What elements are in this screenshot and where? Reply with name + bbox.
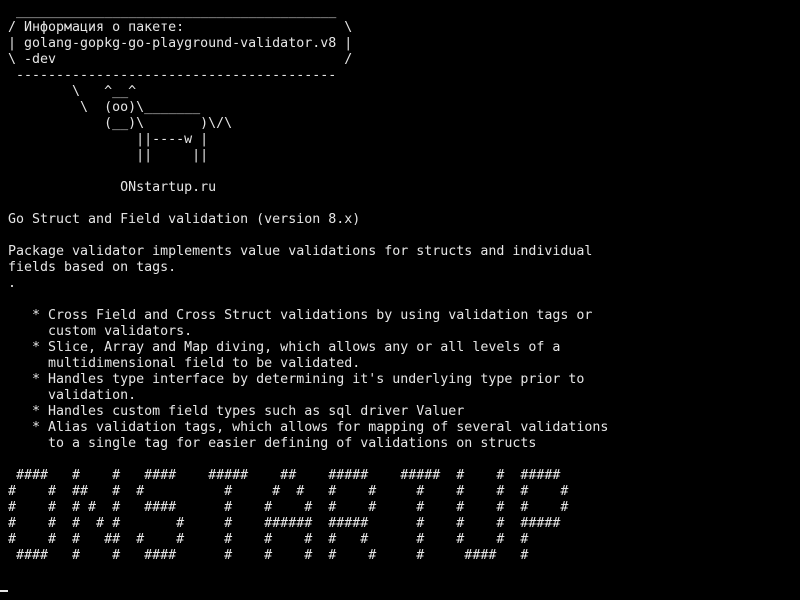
feature-list-item: multidimensional field to be validated. [8, 356, 361, 371]
terminal-screen[interactable]: ________________________________________… [0, 0, 800, 600]
feature-list-item: * Slice, Array and Map diving, which all… [8, 340, 561, 355]
cow-ascii-art: (__)\ )\/\ [8, 116, 233, 131]
feature-list-item: validation. [8, 388, 137, 403]
banner-ascii-art: # # # ## # # # # # # # # # # # [8, 532, 529, 547]
feature-list-item: custom validators. [8, 324, 193, 339]
feature-list-item: * Cross Field and Cross Struct validatio… [8, 308, 593, 323]
cow-ascii-art: ||----w | [8, 132, 209, 147]
cowsay-bubble-top: ________________________________________ [8, 4, 337, 19]
feature-list-item: * Alias validation tags, which allows fo… [8, 420, 609, 435]
package-description: Package validator implements value valid… [8, 244, 593, 259]
cowsay-bubble-bottom: ---------------------------------------- [8, 68, 337, 83]
banner-ascii-art: #### # # #### # # # # # # #### # [8, 548, 529, 563]
cowsay-bubble-line: | golang-gopkg-go-playground-validator.v… [8, 36, 353, 51]
cowsay-bubble-line: \ -dev / [8, 52, 353, 67]
package-description: . [8, 276, 17, 291]
package-summary: Go Struct and Field validation (version … [8, 212, 361, 227]
banner-ascii-art: # # ## # # # # # # # # # # # # [8, 484, 569, 499]
cow-ascii-art: \ (oo)\_______ [8, 100, 201, 115]
feature-list-item: to a single tag for easier defining of v… [8, 436, 537, 451]
text-cursor [0, 590, 8, 592]
cow-ascii-art: || || [8, 148, 209, 163]
feature-list-item: * Handles type interface by determining … [8, 372, 585, 387]
feature-list-item: * Handles custom field types such as sql… [8, 404, 465, 419]
package-description: fields based on tags. [8, 260, 177, 275]
cowsay-bubble-line: / Информация о пакете: \ [8, 20, 353, 35]
terminal-output: ________________________________________… [8, 4, 608, 564]
site-signature: ONstartup.ru [8, 180, 217, 195]
cow-ascii-art: \ ^__^ [8, 84, 137, 99]
banner-ascii-art: # # # # # #### # # # # # # # # # # [8, 500, 569, 515]
banner-ascii-art: # # # # # # # ###### ##### # # # ##### [8, 516, 561, 531]
banner-ascii-art: #### # # #### ##### ## ##### ##### # # #… [8, 468, 561, 483]
